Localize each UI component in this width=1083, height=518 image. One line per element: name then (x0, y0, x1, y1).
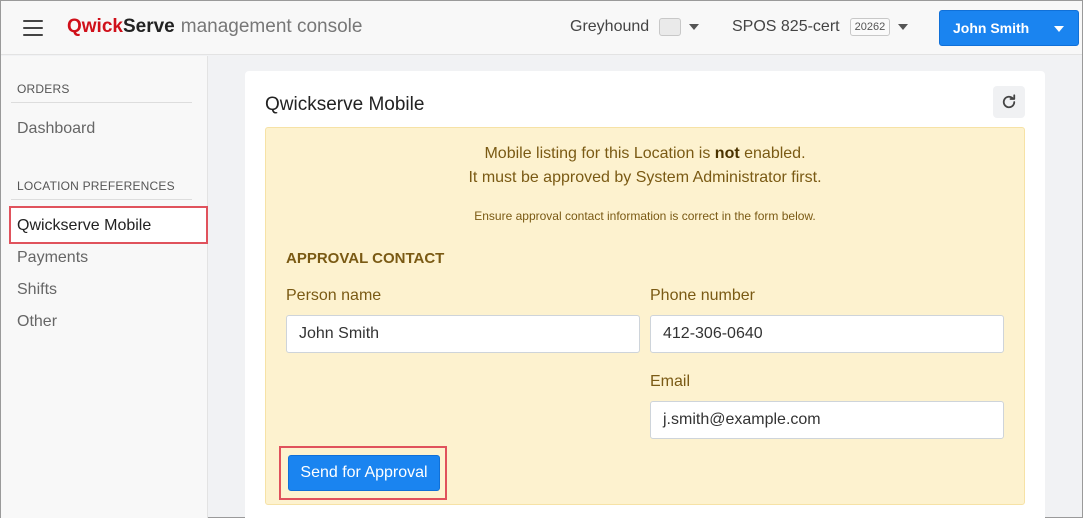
approval-notice: Mobile listing for this Location is not … (265, 127, 1025, 505)
user-menu-button[interactable]: John Smith (939, 10, 1079, 46)
chevron-down-icon (1054, 26, 1064, 32)
sidebar-section-orders: ORDERS (17, 82, 70, 96)
notice-line-2: It must be approved by System Administra… (468, 169, 822, 186)
brand-qwick: Qwick (67, 16, 123, 37)
notice-emphasis: not (714, 145, 740, 162)
notice-line-1: Mobile listing for this Location is not … (266, 145, 1024, 163)
brand-subtitle: management console (180, 16, 363, 37)
notice-text: enabled. (739, 145, 806, 162)
refresh-icon (1002, 94, 1016, 109)
pos-name: SPOS 825-cert (732, 18, 840, 35)
brand-serve: Serve (122, 16, 175, 37)
send-for-approval-button[interactable]: Send for Approval (288, 455, 440, 491)
location-color-swatch (659, 18, 682, 36)
phone-number-input[interactable]: 412-306-0640 (650, 315, 1004, 353)
location-selector[interactable]: Greyhound (570, 18, 700, 36)
sidebar-section-location: LOCATION PREFERENCES (17, 179, 175, 193)
hamburger-menu-icon[interactable] (23, 20, 43, 36)
pos-selector[interactable]: SPOS 825-cert 20262 (732, 18, 909, 36)
page-title: Qwickserve Mobile (265, 94, 425, 115)
notice-hint: Ensure approval contact information is c… (474, 209, 816, 223)
submit-highlight: Send for Approval (279, 446, 447, 500)
sidebar-item-qwickserve-mobile[interactable]: Qwickserve Mobile (9, 206, 208, 244)
sidebar: ORDERS Dashboard LOCATION PREFERENCES Qw… (1, 56, 208, 518)
chevron-down-icon (898, 24, 909, 30)
phone-number-label: Phone number (650, 287, 755, 304)
person-name-label: Person name (286, 287, 382, 304)
notice-text: Mobile listing for this Location is (484, 145, 715, 162)
sidebar-item-dashboard[interactable]: Dashboard (17, 120, 95, 138)
chevron-down-icon (689, 24, 700, 30)
sidebar-item-label: Qwickserve Mobile (17, 217, 152, 234)
sidebar-divider (11, 199, 192, 200)
sidebar-item-payments[interactable]: Payments (17, 249, 88, 267)
main-card: Qwickserve Mobile Mobile listing for thi… (245, 71, 1045, 518)
person-name-input[interactable]: John Smith (286, 315, 640, 353)
top-navbar: QwickServe management console Greyhound S… (1, 1, 1082, 55)
brand-logo: QwickServe management console (67, 16, 362, 38)
refresh-button[interactable] (993, 86, 1025, 118)
user-name: John Smith (953, 20, 1030, 36)
sidebar-item-shifts[interactable]: Shifts (17, 281, 57, 299)
sidebar-divider (11, 102, 192, 103)
location-name: Greyhound (570, 18, 650, 35)
sidebar-item-other[interactable]: Other (17, 313, 57, 331)
pos-id-badge: 20262 (849, 18, 891, 36)
email-input[interactable]: j.smith@example.com (650, 401, 1004, 439)
approval-contact-heading: APPROVAL CONTACT (286, 250, 445, 267)
email-label: Email (650, 373, 691, 390)
